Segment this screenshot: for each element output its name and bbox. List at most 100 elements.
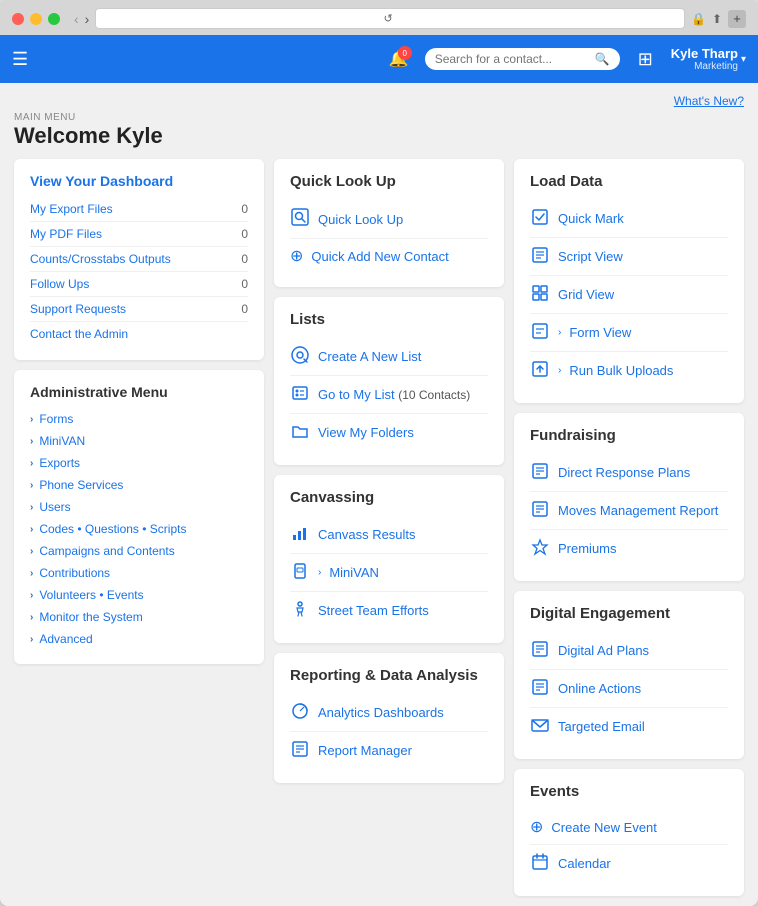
share-icon[interactable]: ⬆ [712, 12, 722, 26]
forward-button[interactable]: › [85, 11, 90, 27]
form-view-icon [530, 321, 550, 344]
list-contacts-badge: (10 Contacts) [398, 388, 470, 402]
load-data-card: Load Data Quick Mark Script View [514, 159, 744, 403]
form-view-link[interactable]: › Form View [530, 314, 728, 352]
canvassing-title: Canvassing [290, 489, 488, 506]
pdf-link[interactable]: My PDF Files [30, 227, 102, 241]
admin-item-advanced[interactable]: ›Advanced [30, 628, 248, 650]
report-manager-label: Report Manager [318, 743, 412, 758]
bulk-uploads-icon [530, 359, 550, 382]
pdf-count: 0 [241, 227, 248, 241]
followups-count: 0 [241, 277, 248, 291]
admin-item-contributions[interactable]: ›Contributions [30, 562, 248, 584]
moves-management-link[interactable]: Moves Management Report [530, 492, 728, 530]
direct-response-icon [530, 461, 550, 484]
followups-link[interactable]: Follow Ups [30, 277, 89, 291]
grid-apps-icon[interactable]: ⊞ [638, 49, 653, 70]
street-team-label: Street Team Efforts [318, 603, 429, 618]
online-actions-link[interactable]: Online Actions [530, 670, 728, 708]
dashboard-row-followups: Follow Ups 0 [30, 272, 248, 297]
user-name: Kyle Tharp [671, 46, 738, 62]
canvass-results-label: Canvass Results [318, 527, 416, 542]
quick-mark-icon [530, 207, 550, 230]
fundraising-card: Fundraising Direct Response Plans Moves [514, 413, 744, 581]
calendar-icon [530, 852, 550, 875]
premiums-link[interactable]: Premiums [530, 530, 728, 567]
reporting-card: Reporting & Data Analysis Analytics Dash… [274, 653, 504, 783]
form-view-label: Form View [569, 325, 631, 340]
create-event-link[interactable]: ⊕ Create New Event [530, 810, 728, 845]
grid-view-link[interactable]: Grid View [530, 276, 728, 314]
report-manager-icon [290, 739, 310, 762]
analytics-icon [290, 701, 310, 724]
report-manager-link[interactable]: Report Manager [290, 732, 488, 769]
script-view-link[interactable]: Script View [530, 238, 728, 276]
goto-list-link[interactable]: Go to My List (10 Contacts) [290, 376, 488, 414]
dashboard-row-contact-admin: Contact the Admin [30, 322, 248, 346]
admin-item-volunteers[interactable]: ›Volunteers • Events [30, 584, 248, 606]
admin-item-campaigns[interactable]: ›Campaigns and Contents [30, 540, 248, 562]
admin-item-minivan[interactable]: ›MiniVAN [30, 430, 248, 452]
exports-link[interactable]: My Export Files [30, 202, 113, 216]
hamburger-menu[interactable]: ☰ [12, 49, 28, 70]
canvass-results-link[interactable]: Canvass Results [290, 516, 488, 554]
quick-lookup-title: Quick Look Up [290, 173, 488, 190]
back-button[interactable]: ‹ [74, 11, 79, 27]
digital-engagement-card: Digital Engagement Digital Ad Plans Onl [514, 591, 744, 759]
new-tab-button[interactable]: + [728, 10, 746, 28]
maximize-button[interactable] [48, 13, 60, 25]
admin-item-forms[interactable]: ›Forms [30, 408, 248, 430]
bulk-uploads-link[interactable]: › Run Bulk Uploads [530, 352, 728, 389]
lock-icon: 🔒 [691, 12, 706, 26]
counts-link[interactable]: Counts/Crosstabs Outputs [30, 252, 171, 266]
user-menu[interactable]: Kyle Tharp Marketing ▾ [671, 46, 746, 73]
minivan-link[interactable]: › MiniVAN [290, 554, 488, 592]
premiums-icon [530, 537, 550, 560]
admin-item-monitor[interactable]: ›Monitor the System [30, 606, 248, 628]
dashboard-card: View Your Dashboard My Export Files 0 My… [14, 159, 264, 360]
dashboard-title[interactable]: View Your Dashboard [30, 173, 248, 189]
moves-management-icon [530, 499, 550, 522]
bulk-uploads-label: Run Bulk Uploads [569, 363, 673, 378]
online-actions-label: Online Actions [558, 681, 641, 696]
moves-management-label: Moves Management Report [558, 503, 718, 518]
analytics-link[interactable]: Analytics Dashboards [290, 694, 488, 732]
view-folders-link[interactable]: View My Folders [290, 414, 488, 451]
close-button[interactable] [12, 13, 24, 25]
calendar-link[interactable]: Calendar [530, 845, 728, 882]
view-folders-icon [290, 421, 310, 444]
quick-lookup-link[interactable]: Quick Look Up [290, 200, 488, 239]
admin-item-users[interactable]: ›Users [30, 496, 248, 518]
admin-item-phone[interactable]: ›Phone Services [30, 474, 248, 496]
load-data-title: Load Data [530, 173, 728, 190]
canvassing-card: Canvassing Canvass Results › [274, 475, 504, 643]
support-link[interactable]: Support Requests [30, 302, 126, 316]
reload-icon[interactable]: ↺ [384, 12, 393, 25]
minivan-chevron: › [318, 567, 321, 578]
search-input[interactable] [435, 52, 590, 66]
notification-bell[interactable]: 🔔 0 [389, 49, 409, 69]
targeted-email-icon [530, 715, 550, 738]
direct-response-link[interactable]: Direct Response Plans [530, 454, 728, 492]
admin-item-exports[interactable]: ›Exports [30, 452, 248, 474]
targeted-email-link[interactable]: Targeted Email [530, 708, 728, 745]
grid-view-label: Grid View [558, 287, 614, 302]
admin-item-codes[interactable]: ›Codes • Questions • Scripts [30, 518, 248, 540]
street-team-link[interactable]: Street Team Efforts [290, 592, 488, 629]
minimize-button[interactable] [30, 13, 42, 25]
main-menu-label: MAIN MENU [14, 112, 744, 123]
search-bar[interactable]: 🔍 [425, 48, 620, 70]
dashboard-row-exports: My Export Files 0 [30, 197, 248, 222]
quick-add-icon: ⊕ [290, 246, 303, 266]
create-list-link[interactable]: Create A New List [290, 338, 488, 376]
user-dropdown-arrow: ▾ [741, 54, 746, 65]
search-icon: 🔍 [595, 52, 610, 66]
quick-lookup-card: Quick Look Up Quick Look Up ⊕ Quick Add … [274, 159, 504, 287]
digital-ad-plans-link[interactable]: Digital Ad Plans [530, 632, 728, 670]
whats-new-link[interactable]: What's New? [674, 94, 744, 108]
dashboard-row-pdf: My PDF Files 0 [30, 222, 248, 247]
contact-admin-link[interactable]: Contact the Admin [30, 327, 128, 341]
quick-add-contact-link[interactable]: ⊕ Quick Add New Contact [290, 239, 488, 273]
create-list-icon [290, 345, 310, 368]
quick-mark-link[interactable]: Quick Mark [530, 200, 728, 238]
